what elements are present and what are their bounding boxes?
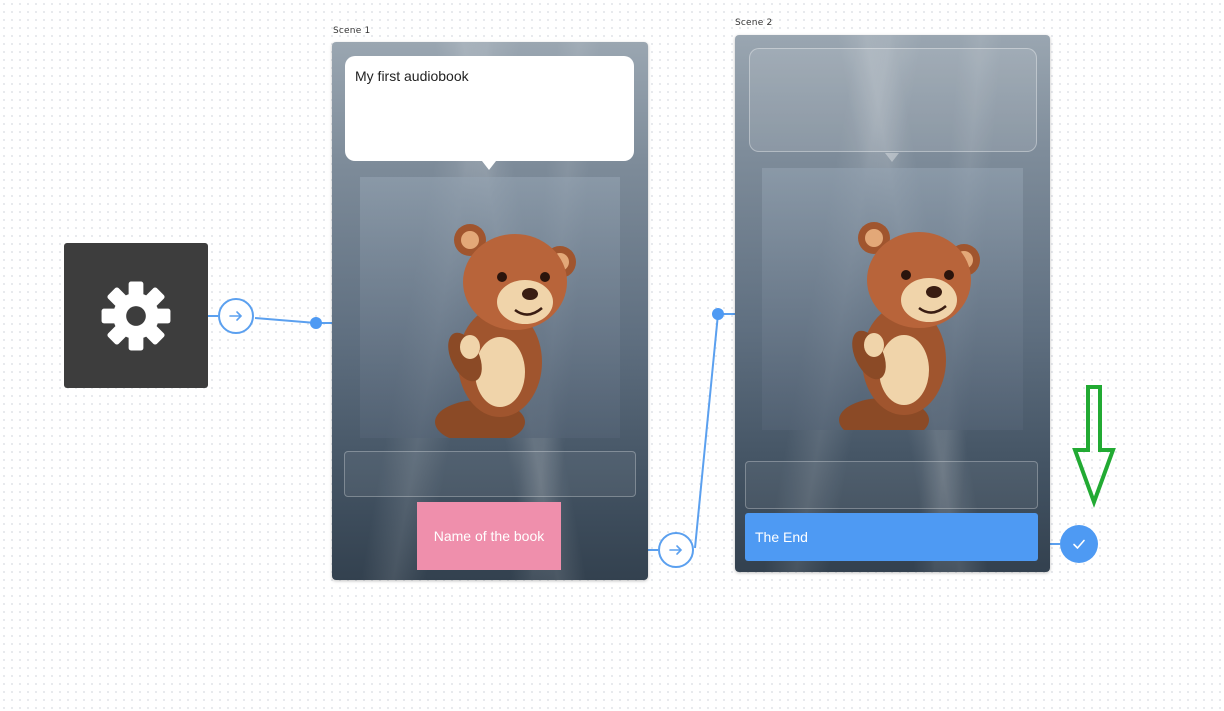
scene-1-card[interactable]: My first audiobook Name of the book <box>332 42 648 580</box>
arrow-right-icon <box>669 545 683 555</box>
scene-2-speech-bubble[interactable] <box>749 48 1037 152</box>
scene-1-image[interactable] <box>360 177 620 438</box>
scene-2-text-slot[interactable] <box>745 461 1038 509</box>
settings-node[interactable] <box>64 243 208 388</box>
teddy-bear-image <box>435 224 576 438</box>
checkmark-icon <box>1073 539 1085 549</box>
scene-1-speech-bubble[interactable]: My first audiobook <box>345 56 634 161</box>
scene1-input-port <box>310 317 322 329</box>
button-label: Name of the book <box>433 528 545 544</box>
start-output-port[interactable] <box>218 298 254 334</box>
the-end-button[interactable]: The End <box>745 513 1038 561</box>
arrow-right-icon <box>229 311 243 321</box>
green-down-arrow-icon <box>1072 385 1116 508</box>
scene-1-output-port[interactable] <box>658 532 694 568</box>
scene-1-text-slot[interactable] <box>344 451 636 497</box>
speech-text: My first audiobook <box>355 68 469 84</box>
scene-2-image[interactable] <box>762 168 1023 430</box>
name-of-the-book-button[interactable]: Name of the book <box>417 502 561 570</box>
scene-2-card[interactable]: The End <box>735 35 1050 572</box>
button-label: The End <box>755 529 808 545</box>
gear-icon <box>101 281 171 350</box>
teddy-bear-image <box>839 222 980 430</box>
scene-2-label: Scene 2 <box>735 18 773 28</box>
scene-1-label: Scene 1 <box>333 26 371 36</box>
end-node[interactable] <box>1060 525 1098 563</box>
scene2-input-port <box>712 308 724 320</box>
